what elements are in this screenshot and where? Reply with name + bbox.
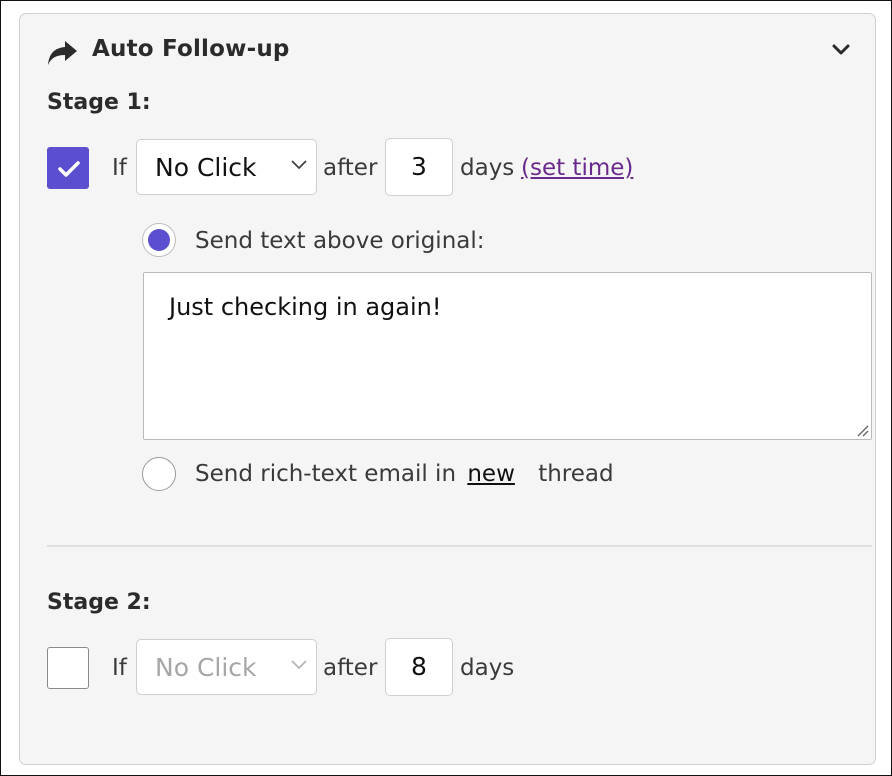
stage-2-after-label: after xyxy=(323,655,378,681)
auto-follow-up-panel: Auto Follow-up Stage 1: If No Click afte… xyxy=(19,13,876,765)
follow-up-message-text: Just checking in again! xyxy=(169,293,442,321)
new-thread-word: new xyxy=(467,461,515,487)
stage-2-condition-value: No Click xyxy=(155,653,257,682)
follow-up-message-textarea[interactable]: Just checking in again! xyxy=(143,272,872,440)
send-text-above-radio[interactable] xyxy=(142,223,176,257)
send-rich-text-radio[interactable] xyxy=(142,457,176,491)
stage-2-checkbox[interactable] xyxy=(47,647,89,689)
stage-2-if-label: If xyxy=(112,655,127,681)
stage-2-label: Stage 2: xyxy=(47,590,151,615)
stage-1-days-input[interactable]: 3 xyxy=(385,138,453,196)
resize-handle-icon[interactable] xyxy=(855,423,869,437)
stage-divider xyxy=(47,545,872,547)
send-rich-text-suffix: thread xyxy=(538,461,614,487)
stage-2-condition-select[interactable]: No Click xyxy=(136,639,317,695)
checkmark-icon xyxy=(58,161,80,177)
chevron-down-icon xyxy=(291,160,307,170)
stage-1-after-label: after xyxy=(323,155,378,181)
window-frame: Auto Follow-up Stage 1: If No Click afte… xyxy=(0,0,892,776)
chevron-down-icon[interactable] xyxy=(832,44,850,56)
stage-1-days-label: days xyxy=(460,155,515,181)
stage-2-days-input[interactable]: 8 xyxy=(385,638,453,696)
stage-1-if-label: If xyxy=(112,155,127,181)
send-rich-text-label: Send rich-text email in new thread xyxy=(195,461,614,487)
stage-1-condition-select[interactable]: No Click xyxy=(136,139,317,195)
share-forward-icon xyxy=(48,41,77,65)
stage-1-condition-value: No Click xyxy=(155,153,257,182)
stage-1-checkbox[interactable] xyxy=(47,147,89,189)
send-text-above-label: Send text above original: xyxy=(195,228,485,254)
stage-2-days-label: days xyxy=(460,655,515,681)
set-time-link[interactable]: (set time) xyxy=(521,155,633,181)
radio-selected-dot xyxy=(148,229,170,251)
chevron-down-icon xyxy=(291,660,307,670)
stage-1-label: Stage 1: xyxy=(47,90,151,115)
panel-title: Auto Follow-up xyxy=(92,36,290,62)
send-rich-text-prefix: Send rich-text email in xyxy=(195,461,457,487)
